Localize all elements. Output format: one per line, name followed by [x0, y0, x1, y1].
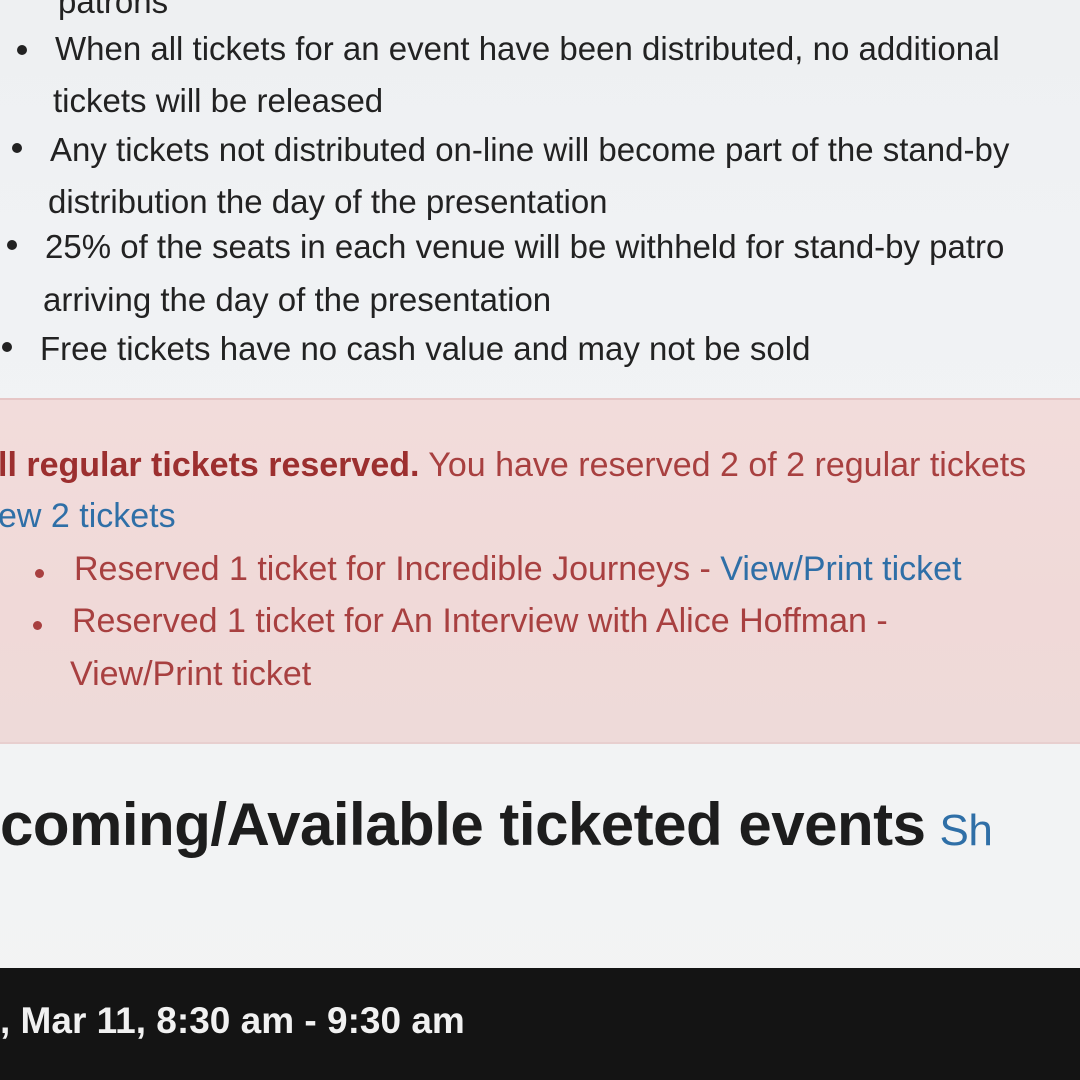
reserved-ticket-label: Reserved 1 ticket for Incredible Journey… — [74, 550, 711, 588]
bullet-icon — [35, 569, 44, 578]
bullet-icon — [17, 45, 27, 55]
bullet-icon — [2, 342, 12, 352]
bullet-icon — [12, 143, 22, 153]
page: patrons When all tickets for an event ha… — [0, 0, 1080, 1080]
section-heading: coming/Available ticketed events Sh — [0, 790, 993, 859]
alert-message: ll regular tickets reserved. You have re… — [0, 446, 1026, 485]
view-print-ticket-link[interactable]: View/Print ticket — [720, 550, 961, 588]
reserved-ticket-item: Reserved 1 ticket for An Interview with … — [72, 602, 888, 641]
reserved-ticket-item: Reserved 1 ticket for Incredible Journey… — [74, 550, 962, 589]
reserved-ticket-label: Reserved 1 ticket for An Interview with … — [72, 602, 888, 640]
rule-text: patrons — [58, 0, 169, 20]
rule-text: When all tickets for an event have been … — [55, 30, 1000, 67]
rule-text: tickets will be released — [53, 82, 384, 119]
rule-text: distribution the day of the presentation — [48, 183, 608, 220]
view-print-ticket-link[interactable]: View/Print ticket — [70, 655, 311, 694]
view-tickets-link[interactable]: ew 2 tickets — [0, 497, 176, 536]
bullet-icon — [7, 240, 17, 250]
ticket-rules-list: patrons When all tickets for an event ha… — [0, 0, 1080, 400]
rule-text: Any tickets not distributed on-line will… — [50, 131, 1010, 168]
rule-text: 25% of the seats in each venue will be w… — [45, 228, 1005, 265]
show-link[interactable]: Sh — [939, 806, 992, 855]
section-title: coming/Available ticketed events — [0, 791, 926, 858]
alert-text: You have reserved 2 of 2 regular tickets — [428, 446, 1027, 484]
rule-text: Free tickets have no cash value and may … — [40, 330, 811, 367]
bullet-icon — [33, 621, 42, 630]
event-time: , Mar 11, 8:30 am - 9:30 am — [0, 1000, 465, 1041]
alert-title: ll regular tickets reserved. — [0, 446, 420, 484]
rule-text: arriving the day of the presentation — [43, 281, 552, 318]
